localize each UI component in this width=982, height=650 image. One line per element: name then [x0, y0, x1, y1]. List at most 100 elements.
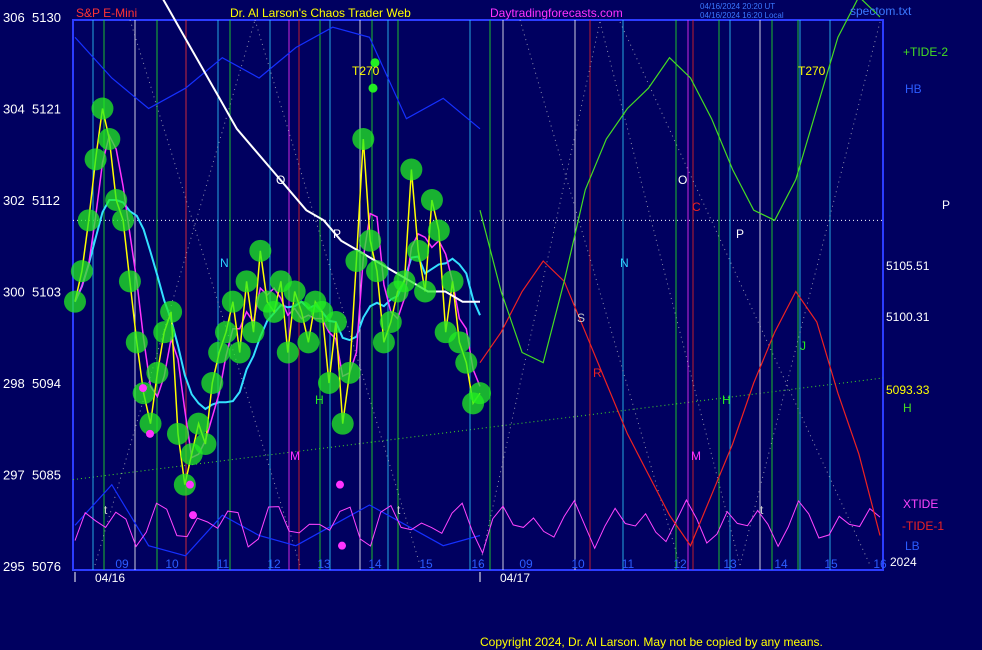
price-dot	[366, 260, 389, 283]
price-dot	[194, 433, 217, 455]
price-dot	[420, 189, 443, 211]
price-dot	[345, 250, 368, 272]
price-dot	[160, 300, 183, 323]
legend-high-band: HB	[905, 82, 922, 96]
price-dot	[221, 290, 244, 313]
y-tick-label: 306	[3, 10, 25, 25]
legend-xtide: XTIDE	[903, 497, 938, 511]
y-tick-label: 302	[3, 193, 25, 208]
x-tick-label: 13	[317, 557, 331, 571]
event-letter: H	[722, 393, 731, 407]
price-dot	[118, 270, 141, 293]
price-dot	[105, 189, 128, 211]
marker-dot	[146, 429, 154, 438]
year-label: 2024	[890, 555, 917, 569]
event-letter: O	[678, 173, 687, 187]
legend-low-band: LB	[905, 539, 920, 553]
legend-p: P	[942, 198, 950, 212]
price-dot	[153, 321, 176, 344]
legend-plus-tide: +TIDE-2	[903, 45, 948, 59]
x-tick-label: 10	[165, 557, 179, 571]
marker-dot	[338, 541, 346, 550]
price-dot	[352, 128, 375, 150]
y-tick-label: 300	[3, 285, 25, 300]
chart-header-center: Dr. Al Larson's Chaos Trader Web	[230, 6, 411, 20]
marker-dot	[186, 480, 194, 489]
price-dot	[201, 372, 224, 394]
price-dot	[64, 290, 86, 313]
x-tick-label: 10	[571, 557, 585, 571]
event-letter: N	[620, 256, 629, 270]
x-tick-label: 09	[519, 557, 533, 571]
price-dot	[427, 219, 450, 242]
price-dot	[448, 331, 471, 354]
price-dot	[469, 382, 491, 405]
price-dot	[228, 341, 251, 364]
price-dot	[317, 372, 340, 394]
chart-canvas: S&P E-Mini Dr. Al Larson's Chaos Trader …	[0, 0, 982, 650]
y-tick-label: 5121	[32, 102, 61, 117]
price-dot	[372, 331, 395, 354]
y-tick-label: 5094	[32, 376, 61, 391]
price-dot	[249, 239, 272, 262]
x-tick-label: 13	[723, 557, 737, 571]
marker-dot	[139, 384, 147, 393]
price-dot	[297, 331, 320, 354]
event-letter: O	[276, 173, 285, 187]
price-dot	[400, 158, 423, 181]
price-dot	[441, 270, 464, 293]
site-link[interactable]: Daytradingforecasts.com	[490, 6, 623, 20]
x-tick-label: 12	[267, 557, 281, 571]
legend-minus-tide: -TIDE-1	[902, 519, 944, 533]
price-dot	[283, 280, 306, 303]
update-line-2: 04/16/2024 16:20 Local	[700, 11, 784, 20]
price-dot	[98, 128, 121, 150]
date-label: 04/16	[95, 571, 125, 585]
price-dot	[84, 148, 107, 171]
event-letter: P	[736, 227, 744, 241]
legend-h: H	[903, 401, 912, 415]
price-dot	[91, 97, 114, 120]
x-tick-label: 14	[774, 557, 788, 571]
level-label: 5093.33	[886, 383, 930, 397]
y-tick-label: 304	[3, 102, 25, 117]
price-dot	[70, 260, 93, 283]
price-dot	[112, 209, 135, 232]
y-tick-label: 5112	[32, 193, 60, 208]
price-dot	[407, 239, 430, 262]
x-tick-label: 12	[673, 557, 687, 571]
x-tick-label: 11	[217, 557, 230, 571]
price-dot	[338, 361, 361, 384]
event-letter: J	[800, 339, 806, 353]
x-tick-label: 09	[115, 557, 129, 571]
update-line-1: 04/16/2024 20:20 UT	[700, 2, 775, 11]
price-dot	[359, 229, 382, 252]
marker-dot	[336, 480, 344, 489]
level-label: 5100.31	[886, 310, 930, 324]
y-tick-label: 5103	[32, 285, 61, 300]
price-dot	[242, 321, 265, 344]
x-tick-label: 15	[419, 557, 433, 571]
marker-label: T270	[798, 64, 826, 78]
data-file-name: spectom.txt	[850, 4, 912, 18]
price-dot	[379, 311, 402, 333]
price-dot	[166, 422, 189, 445]
y-tick-label: 295	[3, 559, 25, 574]
price-dot	[324, 311, 347, 333]
y-tick-label: 5076	[32, 559, 61, 574]
event-letter: R	[593, 366, 602, 380]
event-letter: M	[290, 449, 300, 463]
price-dot	[187, 412, 210, 435]
x-tick-label: 16	[471, 557, 485, 571]
event-letter: N	[220, 256, 229, 270]
y-tick-label: 5085	[32, 468, 61, 483]
price-dot	[235, 270, 258, 293]
price-dot	[331, 412, 354, 435]
x-tick-label: 15	[824, 557, 838, 571]
date-label: 04/17	[500, 571, 530, 585]
event-letter: S	[577, 311, 585, 325]
marker-dot	[368, 83, 378, 93]
y-tick-label: 5130	[32, 10, 61, 25]
price-dot	[208, 341, 231, 364]
price-dot	[414, 280, 437, 303]
